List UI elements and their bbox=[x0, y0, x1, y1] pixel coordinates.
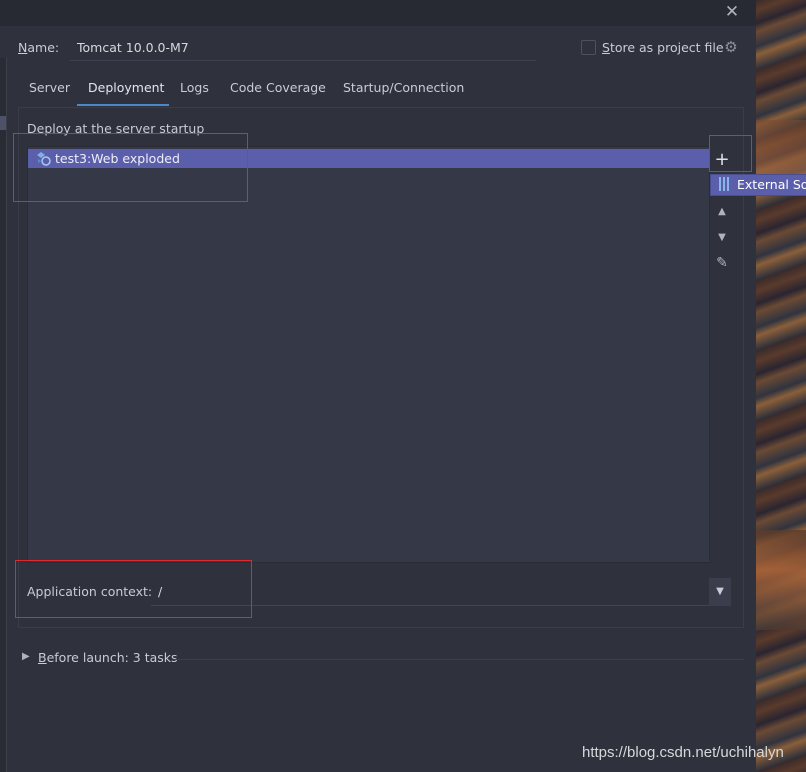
store-as-project-file-label[interactable]: Store as project file bbox=[602, 40, 724, 55]
background-image-accent bbox=[756, 120, 806, 180]
tab-startup-connection[interactable]: Startup/Connection bbox=[343, 80, 464, 95]
external-source-icon bbox=[719, 177, 729, 191]
deployment-list[interactable] bbox=[27, 146, 711, 563]
expand-arrow-icon[interactable]: ▶ bbox=[22, 651, 30, 662]
gear-icon[interactable]: ⚙ bbox=[722, 38, 740, 56]
name-field[interactable]: Tomcat 10.0.0-M7 bbox=[77, 40, 189, 55]
store-as-project-file-checkbox[interactable] bbox=[581, 40, 596, 55]
config-tree-selection[interactable] bbox=[0, 116, 6, 130]
background-image-accent bbox=[756, 530, 806, 630]
annotation-box bbox=[15, 560, 252, 618]
active-tab-indicator bbox=[77, 104, 169, 106]
before-launch-label[interactable]: Before launch: 3 tasks bbox=[38, 650, 178, 665]
popup-item-label: External Sou bbox=[737, 177, 806, 192]
annotation-box bbox=[13, 133, 248, 202]
tab-server[interactable]: Server bbox=[29, 80, 70, 95]
tab-deployment[interactable]: Deployment bbox=[88, 80, 164, 95]
move-down-icon[interactable]: ▼ bbox=[712, 228, 732, 248]
close-icon[interactable]: ✕ bbox=[722, 2, 742, 22]
name-label: Name: bbox=[18, 40, 60, 55]
annotation-box bbox=[709, 135, 752, 172]
title-bar bbox=[0, 0, 756, 26]
config-tree-edge bbox=[0, 58, 7, 772]
chevron-down-icon[interactable]: ▼ bbox=[709, 578, 731, 606]
name-field-underline bbox=[70, 60, 536, 61]
background-image bbox=[756, 0, 806, 772]
watermark: https://blog.csdn.net/uchihalyn bbox=[582, 744, 784, 761]
divider bbox=[174, 659, 744, 660]
edit-icon[interactable]: ✎ bbox=[712, 253, 732, 273]
tab-code-coverage[interactable]: Code Coverage bbox=[230, 80, 326, 95]
move-up-icon[interactable]: ▲ bbox=[712, 202, 732, 222]
tab-logs[interactable]: Logs bbox=[180, 80, 209, 95]
